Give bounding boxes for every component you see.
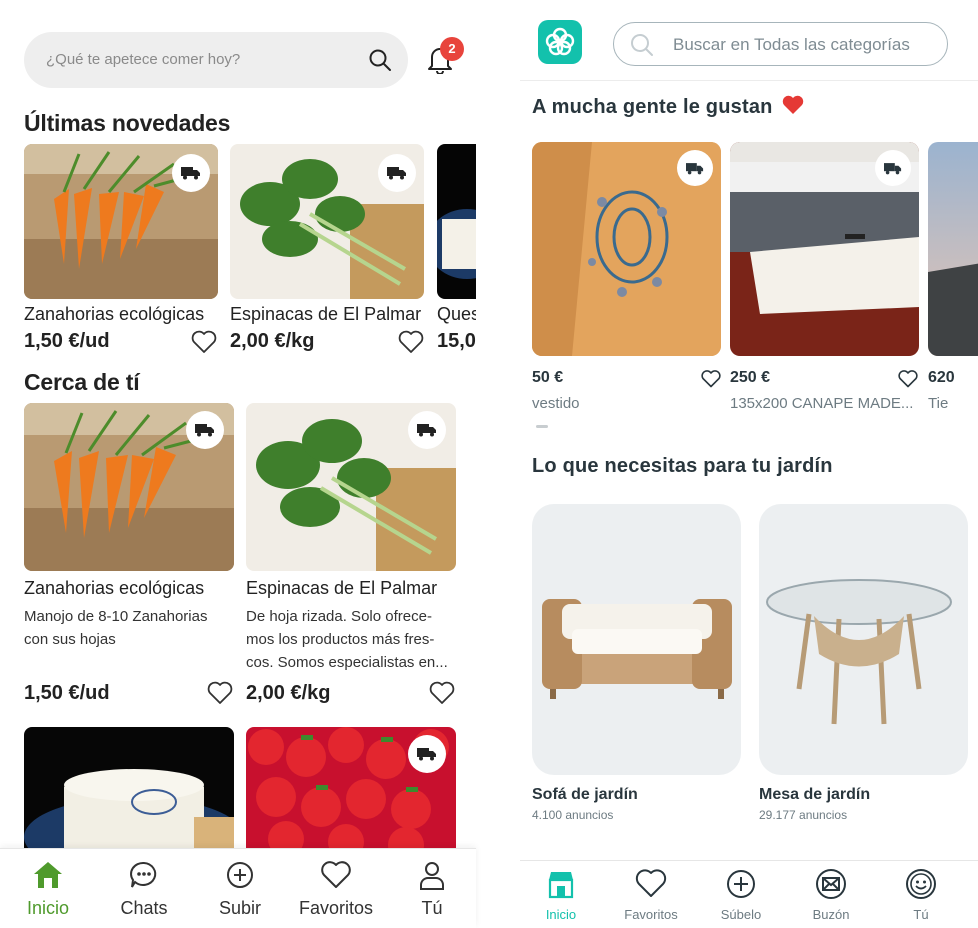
shipping-truck-icon (172, 154, 210, 192)
favorite-heart-icon[interactable] (191, 330, 217, 354)
flower-logo-icon (545, 27, 575, 56)
plus-circle-icon (727, 870, 755, 898)
product-price: 620 (928, 369, 955, 386)
nav-item-upload[interactable]: Subir (195, 849, 285, 928)
product-description: De hoja rizada. Solo ofrece- mos los pro… (246, 608, 448, 671)
carousel-indicator (536, 425, 548, 428)
product-name: Zanahorias ecológicas (24, 578, 205, 598)
product-image-landscape (928, 142, 978, 356)
nav-item-home[interactable]: Inicio (3, 849, 93, 928)
red-heart-icon (783, 95, 804, 114)
nav-item-profile[interactable]: Tú (387, 849, 477, 928)
heart-icon (635, 869, 667, 897)
shipping-truck-icon (186, 411, 224, 449)
product-price: 2,00 €/kg (230, 330, 315, 352)
plus-circle-icon (227, 862, 253, 888)
category-name: Sofá de jardín (532, 786, 638, 803)
bottom-navigation: Inicio Chats Subir Favoritos Tú (0, 848, 476, 928)
user-icon (420, 862, 444, 890)
header-divider (520, 80, 978, 81)
product-price: 250 € (730, 369, 771, 386)
product-card[interactable]: Zanahorias ecológicas Manojo de 8-10 Zan… (24, 403, 234, 709)
nav-item-favorites[interactable]: Favoritos (291, 849, 381, 928)
nav-item-upload[interactable]: Súbelo (696, 861, 786, 928)
product-title: Tie (928, 395, 949, 412)
notification-badge: 2 (440, 37, 464, 61)
favorite-heart-icon[interactable] (207, 681, 233, 705)
search-icon[interactable] (368, 48, 392, 72)
app-logo[interactable] (538, 20, 582, 64)
search-bar[interactable]: Buscar en Todas las categorías (613, 22, 948, 66)
mail-icon (816, 869, 846, 899)
product-card[interactable]: Espinacas de El Palmar 2,00 €/kg (230, 144, 424, 358)
search-placeholder: Buscar en Todas las categorías (673, 35, 910, 54)
category-card-table[interactable] (759, 504, 968, 775)
section-title-nearby: Cerca de tí (24, 369, 140, 395)
product-image-cheese (24, 727, 234, 848)
product-image-cheese (437, 144, 476, 299)
product-price: 1,50 €/ud (24, 330, 110, 352)
shipping-truck-icon (408, 735, 446, 773)
section-title-latest: Últimas novedades (24, 110, 231, 136)
product-description: Manojo de 8-10 Zanahorias con sus hojas (24, 608, 208, 648)
product-price: 2,00 €/kg (246, 682, 331, 704)
product-card[interactable] (24, 727, 234, 848)
right-app-screen: Buscar en Todas las categorías A mucha g… (520, 0, 978, 928)
garden-table-image (766, 579, 952, 725)
search-bar[interactable]: ¿Qué te apetece comer hoy? (24, 32, 408, 88)
home-store-icon (548, 872, 574, 899)
bottom-navigation: Inicio Favoritos Súbelo Buzón Tú (520, 860, 978, 928)
shipping-truck-icon (677, 150, 713, 186)
nav-item-inbox[interactable]: Buzón (786, 861, 876, 928)
nav-item-chats[interactable]: Chats (99, 849, 189, 928)
shipping-truck-icon (408, 411, 446, 449)
shipping-truck-icon (378, 154, 416, 192)
favorite-heart-icon[interactable] (398, 330, 424, 354)
heart-icon (321, 861, 351, 888)
shipping-truck-icon (875, 150, 911, 186)
product-title: 135x200 CANAPE MADE... (730, 395, 914, 412)
category-name: Mesa de jardín (759, 786, 871, 803)
chat-icon (130, 861, 157, 888)
product-name: Ques (437, 304, 476, 324)
product-name: Espinacas de El Palmar (230, 304, 422, 324)
home-icon (34, 862, 62, 888)
category-count: 29.177 anuncios (759, 808, 848, 822)
product-price: 15,0 (437, 330, 476, 352)
smiley-icon (906, 869, 936, 899)
garden-sofa-image (542, 599, 732, 699)
nav-item-favorites[interactable]: Favoritos (606, 861, 696, 928)
nav-item-home[interactable]: Inicio (520, 861, 606, 928)
left-app-screen: ¿Qué te apetece comer hoy? 2 Últimas nov… (0, 0, 500, 928)
product-name: Espinacas de El Palmar (246, 578, 438, 598)
product-card[interactable]: Ques 15,0 (437, 144, 476, 358)
product-price: 50 € (532, 369, 564, 386)
favorite-heart-icon[interactable] (429, 681, 455, 705)
search-placeholder: ¿Qué te apetece comer hoy? (46, 51, 241, 68)
search-icon (631, 34, 653, 56)
product-card[interactable]: Zanahorias ecológicas 1,50 €/ud (24, 144, 218, 358)
favorite-heart-icon[interactable] (898, 370, 918, 388)
section-title-popular: A mucha gente le gustan (532, 95, 804, 119)
product-card[interactable] (246, 727, 456, 848)
product-price: 1,50 €/ud (24, 682, 110, 704)
category-count: 4.100 anuncios (532, 808, 614, 822)
nav-item-profile[interactable]: Tú (876, 861, 966, 928)
product-card[interactable]: Espinacas de El Palmar De hoja rizada. S… (246, 403, 456, 709)
product-title: vestido (532, 395, 580, 412)
category-card-sofa[interactable] (532, 504, 741, 775)
section-title-garden: Lo que necesitas para tu jardín (532, 455, 833, 477)
favorite-heart-icon[interactable] (701, 370, 721, 388)
product-name: Zanahorias ecológicas (24, 304, 205, 324)
